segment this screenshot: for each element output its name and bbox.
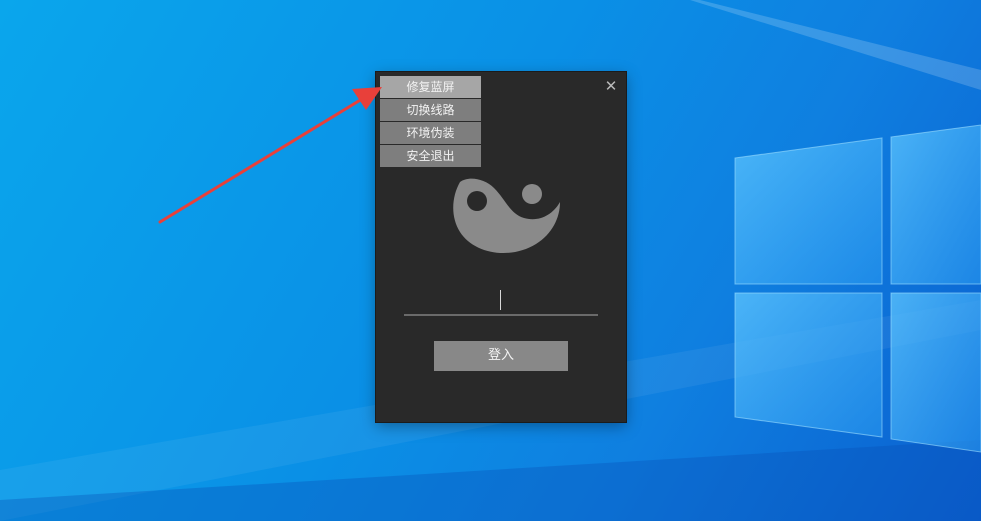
taiji-yin-yang-icon: [453, 178, 560, 254]
menu-item-safe-exit[interactable]: 安全退出: [380, 145, 481, 167]
desktop: ✕ 修复蓝屏 切换线路 环境伪装 安全退出 登入: [0, 0, 981, 521]
login-button[interactable]: 登入: [434, 341, 568, 371]
menu-item-fix-bluescreen[interactable]: 修复蓝屏: [380, 76, 481, 98]
menu-item-switch-route[interactable]: 切换线路: [380, 99, 481, 121]
windows-logo: [734, 124, 981, 453]
context-menu: 修复蓝屏 切换线路 环境伪装 安全退出: [380, 76, 481, 168]
password-input[interactable]: [404, 284, 598, 316]
close-icon[interactable]: ✕: [604, 79, 618, 94]
menu-item-environment-disguise[interactable]: 环境伪装: [380, 122, 481, 144]
text-cursor: [500, 290, 501, 310]
login-window: ✕ 修复蓝屏 切换线路 环境伪装 安全退出 登入: [376, 72, 626, 422]
